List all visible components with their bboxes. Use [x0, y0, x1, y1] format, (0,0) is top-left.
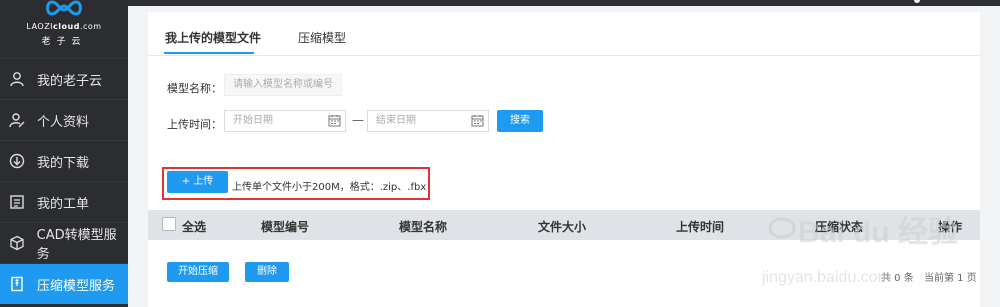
sidebar: LAOZIcloud.com 老子云 我的老子云 个人资料 我的下载 我的工单 … — [0, 0, 128, 307]
upload-time-label: 上传时间： — [167, 118, 222, 131]
col-model-name: 模型名称 — [399, 220, 448, 234]
end-date-placeholder: 结束日期 — [376, 115, 416, 126]
logo-wordmark: LAOZIcloud.com — [26, 22, 102, 31]
cube-icon — [8, 234, 26, 252]
upload-note: 上传单个文件小于200M，格式：.zip、.fbx — [232, 182, 427, 193]
delete-button[interactable]: 删除 — [245, 262, 289, 282]
upload-button[interactable]: + 上传 — [167, 171, 228, 193]
start-date-placeholder: 开始日期 — [233, 115, 273, 126]
sidebar-item-my-laozicloud[interactable]: 我的老子云 — [0, 58, 128, 99]
sidebar-item-downloads[interactable]: 我的下载 — [0, 140, 128, 181]
model-name-input[interactable]: 请输入模型名称或编号 — [224, 74, 342, 96]
calendar-icon[interactable] — [471, 114, 484, 127]
date-range-separator: — — [352, 113, 364, 127]
logo[interactable]: LAOZIcloud.com 老子云 — [0, 0, 128, 56]
download-icon — [8, 152, 26, 170]
model-name-label: 模型名称： — [167, 82, 222, 95]
col-file-size: 文件大小 — [538, 220, 587, 234]
user-icon — [8, 70, 26, 88]
start-date-input[interactable]: 开始日期 — [224, 110, 346, 132]
sidebar-item-label: 压缩模型服务 — [37, 278, 116, 294]
sidebar-item-tickets[interactable]: 我的工单 — [0, 181, 128, 222]
col-upload-time: 上传时间 — [676, 220, 725, 234]
start-compress-button[interactable]: 开始压缩 — [167, 262, 229, 282]
end-date-input[interactable]: 结束日期 — [367, 110, 489, 132]
sidebar-item-label: 我的工单 — [37, 196, 90, 212]
sidebar-item-profile[interactable]: 个人资料 — [0, 99, 128, 140]
watermark-url: jingyan.baidu.com — [761, 269, 891, 286]
watermark-title: Bai du 经验 — [798, 215, 958, 249]
ticket-icon — [8, 193, 26, 211]
infinity-logo-icon — [46, 0, 82, 16]
col-model-id: 模型编号 — [261, 220, 310, 234]
baidu-watermark: Bai du 经验 jingyan.baidu.com — [761, 215, 958, 286]
sidebar-item-cad-to-model[interactable]: CAD转模型服务 — [0, 222, 128, 263]
tab-compressed-models[interactable]: 压缩模型 — [298, 29, 346, 46]
sidebar-item-label: 我的下载 — [37, 155, 90, 171]
sidebar-item-compress-service[interactable]: 压缩模型服务 — [0, 263, 128, 304]
sidebar-nav: 我的老子云 个人资料 我的下载 我的工单 CAD转模型服务 压缩模型服务 — [0, 58, 128, 304]
select-all-label: 全选 — [182, 220, 207, 234]
top-bar — [0, 0, 1000, 6]
tab-bar: 我上传的模型文件 压缩模型 — [148, 12, 980, 56]
top-indicator — [914, 0, 920, 3]
sidebar-item-label: 个人资料 — [37, 114, 90, 130]
sidebar-item-label: CAD转模型服务 — [36, 228, 117, 262]
logo-subtitle: 老子云 — [41, 37, 87, 47]
compress-icon — [8, 275, 26, 293]
active-tab-indicator — [164, 52, 254, 54]
profile-edit-icon — [8, 111, 26, 129]
search-button[interactable]: 搜索 — [497, 110, 543, 132]
sidebar-item-label: 我的老子云 — [37, 73, 103, 89]
select-all-checkbox[interactable] — [162, 217, 176, 231]
calendar-icon[interactable] — [328, 114, 341, 127]
tab-my-uploaded-models[interactable]: 我上传的模型文件 — [165, 29, 261, 46]
